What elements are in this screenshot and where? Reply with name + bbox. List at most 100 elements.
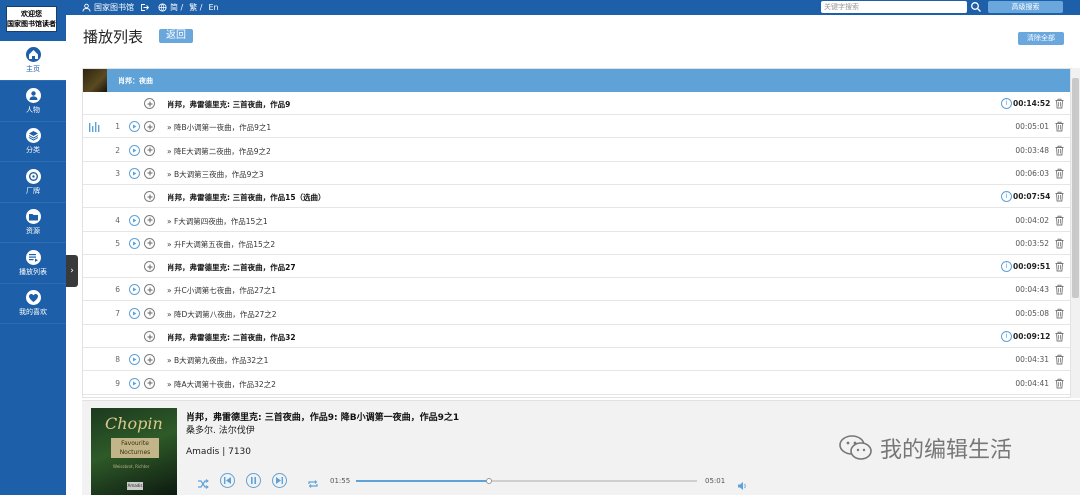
info-icon[interactable]: i (1001, 98, 1012, 109)
add-button[interactable] (144, 261, 155, 273)
play-track-button[interactable] (129, 307, 140, 319)
track-row[interactable]: 6 » 升C小调第七夜曲，作品27之1 00:04:43 (83, 278, 1070, 302)
next-button[interactable] (272, 473, 287, 488)
play-track-button[interactable] (129, 237, 140, 249)
sidebar-item-label: 分类 (26, 146, 40, 154)
add-button[interactable] (144, 191, 155, 203)
play-track-button[interactable] (129, 354, 140, 366)
add-button[interactable] (144, 121, 155, 133)
play-track-button[interactable] (129, 121, 140, 133)
add-button[interactable] (144, 331, 155, 342)
work-row[interactable]: 肖邦，弗雷德里克: 三首夜曲，作品9 i 00:14:52 (83, 92, 1070, 115)
work-row[interactable]: 肖邦，弗雷德里克: 二首夜曲，作品27 i 00:09:51 (83, 255, 1070, 279)
trash-icon[interactable] (1054, 98, 1065, 109)
album-header[interactable]: 肖邦：夜曲 (83, 69, 1070, 92)
add-button[interactable] (144, 354, 155, 366)
track-row[interactable]: 2 » 降E大调第二夜曲，作品9之2 00:03:48 (83, 139, 1070, 162)
add-button[interactable] (144, 214, 155, 226)
add-button[interactable] (144, 237, 155, 249)
clear-all-button[interactable]: 清除全部 (1018, 32, 1064, 45)
playlist-scrollbar[interactable] (1071, 68, 1080, 398)
add-button[interactable] (144, 144, 155, 156)
top-link-4[interactable]: En (209, 3, 219, 12)
row-title: 肖邦，弗雷德里克: 二首夜曲，作品32 (167, 333, 296, 342)
track-row[interactable]: 9 » 降A大调第十夜曲，作品32之2 00:04:41 (83, 372, 1070, 395)
back-button[interactable]: 返回 (159, 29, 193, 43)
trash-icon[interactable] (1054, 261, 1065, 272)
play-track-button[interactable] (129, 284, 140, 296)
person-icon (25, 87, 41, 103)
work-row[interactable]: 肖邦，弗雷德里克: 三首夜曲，作品15（选曲） i 00:07:54 (83, 185, 1070, 209)
welcome-badge: 欢迎您 国家图书馆读者 (6, 6, 57, 32)
album-cover: Chopin Favourite Nocturnes Weissbrot, Ri… (91, 408, 177, 495)
search-input[interactable]: 关键字搜索 (821, 1, 967, 13)
now-playing-label: Amadis | 7130 (186, 447, 251, 457)
track-number: 3 (115, 168, 120, 178)
trash-icon[interactable] (1054, 284, 1065, 295)
trash-icon[interactable] (1054, 215, 1065, 226)
trash-icon[interactable] (1054, 168, 1065, 179)
play-track-button[interactable] (129, 167, 140, 179)
trash-icon[interactable] (1054, 308, 1065, 319)
track-number: 4 (115, 215, 120, 225)
track-row[interactable]: 5 » 升F大调第五夜曲，作品15之2 00:03:52 (83, 232, 1070, 255)
trash-icon[interactable] (1054, 121, 1065, 132)
top-link-1[interactable] (140, 3, 152, 12)
search-icon[interactable] (970, 1, 982, 13)
add-button[interactable] (144, 98, 155, 109)
play-track-button[interactable] (129, 377, 140, 389)
work-row[interactable]: 肖邦，弗雷德里克: 二首夜曲，作品32 i 00:09:12 (83, 325, 1070, 348)
progress-bar[interactable] (356, 478, 697, 484)
previous-button[interactable] (220, 473, 235, 488)
play-track-button[interactable] (129, 214, 140, 226)
album-title: 肖邦：夜曲 (118, 77, 153, 85)
row-title: 肖邦，弗雷德里克: 三首夜曲，作品15（选曲） (167, 193, 326, 203)
sidebar-item-playlist[interactable]: 播放列表 (0, 244, 66, 284)
progress-knob[interactable] (485, 478, 492, 484)
top-link-3[interactable]: 繁 / (189, 2, 202, 13)
trash-icon[interactable] (1054, 331, 1065, 342)
info-icon[interactable]: i (1001, 331, 1012, 342)
logout-icon (141, 4, 149, 11)
scrollbar-thumb[interactable] (1072, 78, 1079, 298)
repeat-icon[interactable] (307, 475, 319, 488)
sidebar-item-home[interactable]: 主页 (0, 41, 66, 81)
sidebar-collapse-button[interactable]: › (66, 255, 78, 287)
trash-icon[interactable] (1054, 378, 1065, 389)
top-link-0[interactable]: 国家图书馆 (82, 2, 134, 13)
trash-icon[interactable] (1054, 145, 1065, 156)
row-duration: 00:03:48 (1015, 145, 1049, 155)
info-icon[interactable]: i (1001, 261, 1012, 273)
sidebar-item-heart[interactable]: 我的喜欢 (0, 284, 66, 324)
top-link-2[interactable]: 简 / (158, 2, 183, 13)
trash-icon[interactable] (1054, 238, 1065, 249)
trash-icon[interactable] (1054, 354, 1065, 365)
info-icon[interactable]: i (1001, 191, 1012, 203)
sidebar-item-layers[interactable]: 分类 (0, 122, 66, 162)
trash-icon[interactable] (1054, 191, 1065, 202)
play-track-button[interactable] (129, 144, 140, 156)
watermark: 我的编辑生活 (838, 432, 1012, 464)
sidebar-item-folder[interactable]: 资源 (0, 203, 66, 243)
volume-icon[interactable] (737, 476, 748, 490)
sidebar-item-label[interactable]: 厂牌 (0, 163, 66, 203)
track-row[interactable]: 1 » 降B小调第一夜曲，作品9之1 00:05:01 (83, 115, 1070, 139)
track-row[interactable]: 4 » F大调第四夜曲，作品15之1 00:04:02 (83, 209, 1070, 232)
user-icon (82, 3, 91, 12)
track-row[interactable]: 8 » B大调第九夜曲，作品32之1 00:04:31 (83, 348, 1070, 372)
row-title: » 降A大调第十夜曲，作品32之2 (167, 379, 276, 389)
add-button[interactable] (144, 284, 155, 296)
row-title: » 降E大调第二夜曲，作品9之2 (167, 146, 271, 156)
shuffle-icon[interactable] (197, 475, 209, 489)
add-button[interactable] (144, 167, 155, 179)
track-row[interactable]: 7 » 降D大调第八夜曲，作品27之2 00:05:08 (83, 302, 1070, 325)
add-button[interactable] (144, 377, 155, 389)
row-title: » B大调第三夜曲，作品9之3 (167, 169, 264, 179)
track-number: 7 (115, 308, 120, 318)
sidebar-item-person[interactable]: 人物 (0, 82, 66, 122)
advanced-search-button[interactable]: 高级搜索 (988, 1, 1063, 13)
add-button[interactable] (144, 307, 155, 319)
track-row[interactable]: 3 » B大调第三夜曲，作品9之3 00:06:03 (83, 162, 1070, 185)
pause-button[interactable] (246, 473, 261, 488)
top-link-label: 国家图书馆 (94, 3, 134, 12)
